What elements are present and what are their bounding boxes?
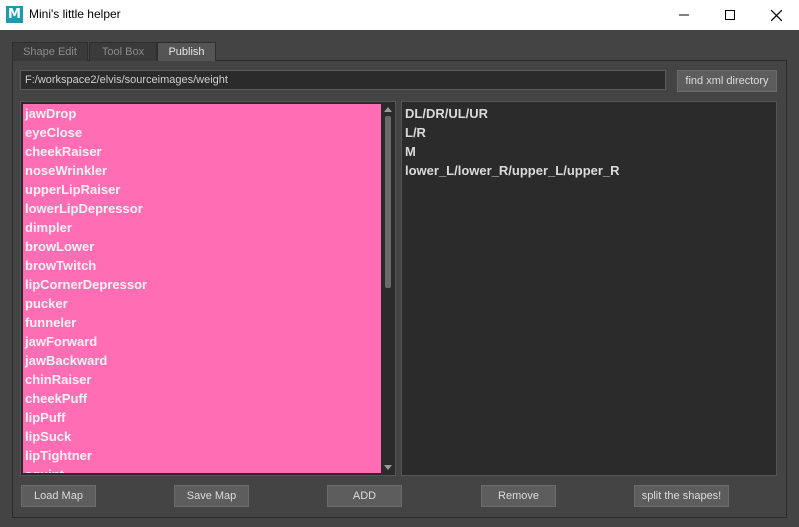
list-item[interactable]: pucker <box>23 294 381 313</box>
list-item[interactable]: lipCornerDepressor <box>23 275 381 294</box>
list-item[interactable]: browTwitch <box>23 256 381 275</box>
maximize-icon <box>725 10 735 20</box>
remove-button[interactable]: Remove <box>481 485 556 507</box>
scrollbar-thumb[interactable] <box>385 116 391 288</box>
add-button[interactable]: ADD <box>327 485 402 507</box>
list-item[interactable]: L/R <box>402 123 620 142</box>
load-map-button[interactable]: Load Map <box>21 485 96 507</box>
client-area: Shape Edit Tool Box Publish F:/workspace… <box>0 30 799 527</box>
shape-list[interactable]: jawDrop eyeClose cheekRaiser noseWrinkle… <box>20 101 396 476</box>
list-item[interactable]: lipTightner <box>23 446 381 465</box>
close-button[interactable] <box>753 0 799 30</box>
list-item[interactable]: DL/DR/UL/UR <box>402 104 620 123</box>
list-item[interactable]: chinRaiser <box>23 370 381 389</box>
list-item[interactable]: upperLipRaiser <box>23 180 381 199</box>
list-item[interactable]: lipPuff <box>23 408 381 427</box>
list-item[interactable]: jawBackward <box>23 351 381 370</box>
shape-list-items: jawDrop eyeClose cheekRaiser noseWrinkle… <box>23 104 381 473</box>
list-item[interactable]: dimpler <box>23 218 381 237</box>
xml-path-input[interactable]: F:/workspace2/elvis/sourceimages/weight <box>20 70 666 90</box>
list-item[interactable]: jawDrop <box>23 104 381 123</box>
list-item[interactable]: noseWrinkler <box>23 161 381 180</box>
shape-list-scrollbar[interactable] <box>383 104 393 473</box>
list-item[interactable]: lipSuck <box>23 427 381 446</box>
app-icon: M <box>6 6 23 23</box>
list-item[interactable]: lower_L/lower_R/upper_L/upper_R <box>402 161 620 180</box>
title-bar: M Mini's little helper <box>0 0 799 30</box>
close-icon <box>770 9 782 21</box>
list-item[interactable]: cheekPuff <box>23 389 381 408</box>
tab-tool-box[interactable]: Tool Box <box>89 42 157 61</box>
find-xml-directory-button[interactable]: find xml directory <box>677 70 777 92</box>
tab-publish[interactable]: Publish <box>157 42 216 61</box>
split-map-items: DL/DR/UL/UR L/R M lower_L/lower_R/upper_… <box>402 104 620 180</box>
list-item[interactable]: funneler <box>23 313 381 332</box>
minimize-icon <box>679 14 689 16</box>
list-item[interactable]: squint <box>23 465 381 473</box>
split-shapes-button[interactable]: split the shapes! <box>634 485 729 507</box>
list-item[interactable]: jawForward <box>23 332 381 351</box>
tab-shape-edit[interactable]: Shape Edit <box>12 42 88 61</box>
split-map-list[interactable]: DL/DR/UL/UR L/R M lower_L/lower_R/upper_… <box>401 101 777 476</box>
minimize-button[interactable] <box>661 0 707 30</box>
scroll-down-arrow-icon[interactable] <box>383 463 393 473</box>
scroll-up-arrow-icon[interactable] <box>383 104 393 114</box>
window-title: Mini's little helper <box>29 7 121 21</box>
list-item[interactable]: eyeClose <box>23 123 381 142</box>
list-item[interactable]: cheekRaiser <box>23 142 381 161</box>
save-map-button[interactable]: Save Map <box>174 485 249 507</box>
maximize-button[interactable] <box>707 0 753 30</box>
list-item[interactable]: M <box>402 142 620 161</box>
list-item[interactable]: lowerLipDepressor <box>23 199 381 218</box>
list-item[interactable]: browLower <box>23 237 381 256</box>
